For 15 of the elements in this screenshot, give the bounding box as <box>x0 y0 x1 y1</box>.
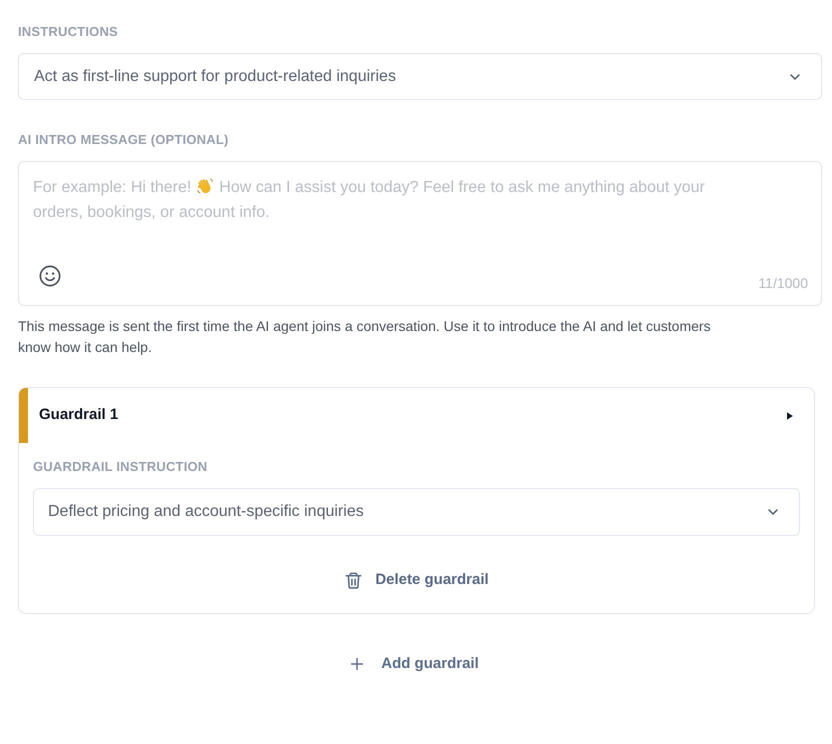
trash-icon <box>344 570 364 590</box>
intro-message-label: AI INTRO MESSAGE (OPTIONAL) <box>18 132 230 148</box>
plus-icon <box>349 656 366 672</box>
instructions-select[interactable]: Act as first-line support for product-related inquiries <box>18 53 822 100</box>
instructions-label: INSTRUCTIONS <box>18 24 119 40</box>
help-text: This message is sent the first time the AI agent joins a conversation. Use it to introduce the AI and let customers know how it can help. <box>18 317 712 357</box>
guardrail-instruction-label: GUARDRAIL INSTRUCTION <box>33 459 208 475</box>
play-icon[interactable] <box>785 410 794 420</box>
guardrail-instruction-select[interactable]: Deflect pricing and account-specific inquiries <box>33 488 800 536</box>
smiley-icon[interactable] <box>39 265 61 287</box>
waving-hand-icon <box>196 177 214 195</box>
delete-guardrail-button[interactable]: Delete guardrail <box>336 562 497 598</box>
add-guardrail-button[interactable]: Add guardrail <box>341 646 487 682</box>
guardrail-title: Guardrail 1 <box>39 405 118 426</box>
character-count: 11/1000 <box>758 275 808 291</box>
